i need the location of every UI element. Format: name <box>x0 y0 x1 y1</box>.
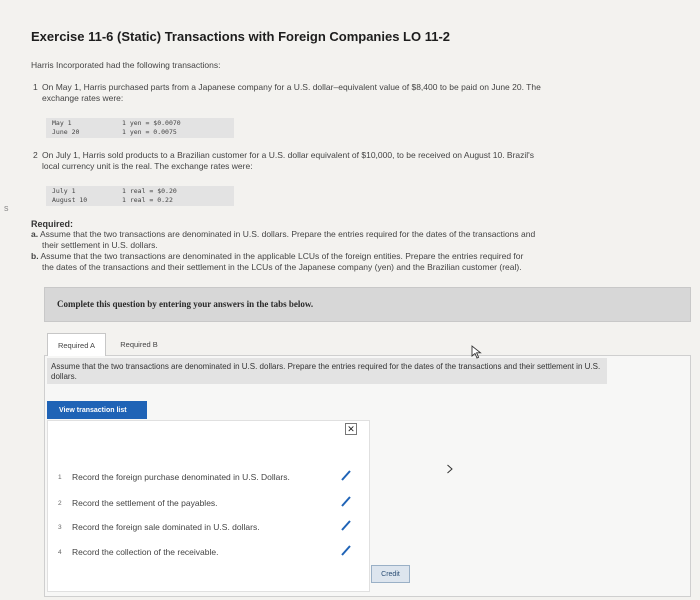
banner-text: Complete this question by entering your … <box>57 299 314 309</box>
transaction-number: 4 <box>58 548 62 556</box>
rate-value: 1 yen = $0.0070 <box>122 119 181 127</box>
transaction-item-1[interactable]: 1 Record the foreign purchase denominate… <box>58 472 290 482</box>
tab-instruction: Assume that the two transactions are den… <box>47 358 607 384</box>
item-text-line2: exchange rates were: <box>42 93 124 103</box>
required-a-line2: their settlement in U.S. dollars. <box>42 239 158 250</box>
rate-date: July 1 <box>52 187 76 195</box>
transaction-label: Record the foreign purchase denominated … <box>72 472 290 482</box>
required-a-letter: a. <box>31 229 39 239</box>
rate-date: June 20 <box>52 127 80 136</box>
rate-date: August 10 <box>52 195 88 204</box>
rate-date: May 1 <box>52 119 72 127</box>
edit-pencil-icon[interactable] <box>340 544 352 556</box>
required-a-line1: Assume that the two transactions are den… <box>40 229 536 239</box>
transaction-number: 3 <box>58 523 62 531</box>
rate-row: July 1 1 real = $0.20 <box>46 187 234 196</box>
required-b-letter: b. <box>31 251 39 261</box>
tab-label: Required A <box>57 340 96 350</box>
transaction-item-3[interactable]: 3 Record the foreign sale dominated in U… <box>58 522 260 532</box>
edit-pencil-icon[interactable] <box>340 519 352 531</box>
view-transaction-list-button[interactable]: View transaction list <box>47 401 147 419</box>
margin-mark: s <box>4 203 9 213</box>
item-text-line1: On July 1, Harris sold products to a Bra… <box>42 150 535 160</box>
rate-row: June 20 1 yen = 0.0075 <box>46 128 234 137</box>
transaction-item-4[interactable]: 4 Record the collection of the receivabl… <box>58 547 218 557</box>
transaction-number: 2 <box>58 499 62 507</box>
instruction-banner: Complete this question by entering your … <box>44 287 691 322</box>
mouse-cursor-icon <box>471 345 482 359</box>
tab-label: Required B <box>120 339 158 349</box>
required-heading: Required: <box>31 219 74 229</box>
page: s Exercise 11-6 (Static) Transactions wi… <box>0 0 700 600</box>
tab-required-a[interactable]: Required A <box>47 333 106 356</box>
rate-value: 1 real = $0.20 <box>122 187 177 195</box>
rate-value: 1 yen = 0.0075 <box>122 127 177 136</box>
problem-item-2: 2 On July 1, Harris sold products to a Br… <box>33 150 633 172</box>
tab-required-b[interactable]: Required B <box>110 333 168 355</box>
transaction-label: Record the collection of the receivable. <box>72 547 219 557</box>
item-number: 1 <box>33 82 38 92</box>
transaction-item-2[interactable]: 2 Record the settlement of the payables. <box>58 498 218 508</box>
item-text-line2: local currency unit is the real. The exc… <box>42 161 253 171</box>
item-number: 2 <box>33 150 38 160</box>
edit-pencil-icon[interactable] <box>340 469 352 481</box>
rate-table-2: July 1 1 real = $0.20 August 10 1 real =… <box>46 186 234 206</box>
close-icon[interactable]: ✕ <box>345 423 357 435</box>
item-text-line1: On May 1, Harris purchased parts from a … <box>42 82 541 92</box>
rate-row: August 10 1 real = 0.22 <box>46 196 234 205</box>
problem-item-1: 1 On May 1, Harris purchased parts from a… <box>33 82 633 104</box>
required-b: b. Assume that the two transactions are … <box>31 251 631 272</box>
edit-pencil-icon[interactable] <box>340 495 352 507</box>
page-title: Exercise 11-6 (Static) Transactions with… <box>31 29 451 44</box>
chevron-right-icon[interactable] <box>446 464 454 474</box>
credit-button[interactable]: Credit <box>371 565 410 583</box>
rate-value: 1 real = 0.22 <box>122 195 173 204</box>
required-b-line2: the dates of the transactions and their … <box>42 261 522 272</box>
rate-row: May 1 1 yen = $0.0070 <box>46 119 234 128</box>
transaction-label: Record the foreign sale dominated in U.S… <box>72 522 260 532</box>
transaction-number: 1 <box>58 473 62 481</box>
transaction-label: Record the settlement of the payables. <box>72 498 218 508</box>
required-a: a. Assume that the two transactions are … <box>31 229 631 250</box>
required-b-line1: Assume that the two transactions are den… <box>40 251 524 261</box>
intro-text: Harris Incorporated had the following tr… <box>31 60 221 70</box>
rate-table-1: May 1 1 yen = $0.0070 June 20 1 yen = 0.… <box>46 118 234 138</box>
